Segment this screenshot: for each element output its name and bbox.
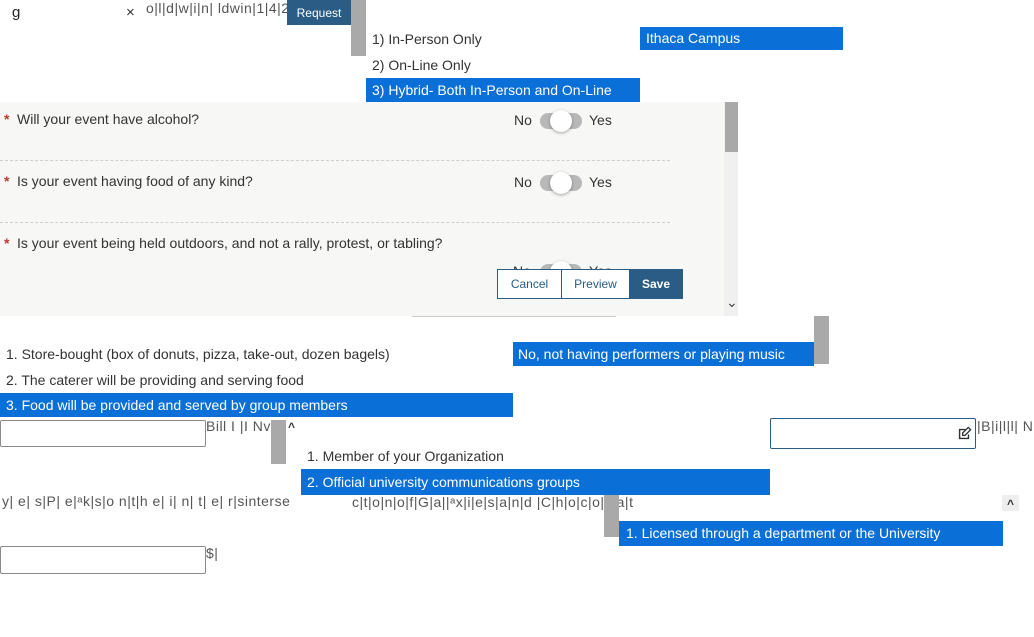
food-toggle[interactable] <box>540 172 582 194</box>
license-option[interactable]: 1. Licensed through a department or the … <box>619 521 1003 546</box>
billing-input[interactable] <box>0 420 206 447</box>
toggle-knob <box>550 110 572 132</box>
food-yes-label: Yes <box>589 174 612 190</box>
preview-button[interactable]: Preview <box>561 269 630 299</box>
list-scrollbar[interactable] <box>351 0 366 56</box>
campus-option[interactable]: Ithaca Campus <box>640 27 843 50</box>
clear-icon[interactable]: × <box>126 4 135 21</box>
alcohol-no-label: No <box>514 112 532 128</box>
edit-icon[interactable] <box>957 426 972 441</box>
food-options-list: 1. Store-bought (box of donuts, pizza, t… <box>0 341 513 417</box>
divider <box>0 222 670 223</box>
caret-up-icon: ^ <box>1006 497 1014 511</box>
list-scrollbar[interactable] <box>814 316 829 364</box>
question-food: Is your event having food of any kind? <box>17 173 253 189</box>
food-option-group-members[interactable]: 3. Food will be provided and served by g… <box>0 393 513 417</box>
amount-input[interactable] <box>0 546 206 574</box>
food-option-caterer[interactable]: 2. The caterer will be providing and ser… <box>0 367 513 393</box>
format-option-in-person[interactable]: 1) In-Person Only <box>366 26 640 52</box>
divider <box>412 316 616 317</box>
billing-input-right[interactable] <box>770 418 976 449</box>
format-option-online[interactable]: 2) On-Line Only <box>366 52 640 78</box>
toggle-knob <box>550 172 572 194</box>
required-mark: * <box>4 173 10 189</box>
scroll-down-icon[interactable]: ⌄ <box>726 294 738 311</box>
food-no-label: No <box>514 174 532 190</box>
cancel-button[interactable]: Cancel <box>497 269 562 299</box>
request-button[interactable]: Request <box>287 0 351 25</box>
caret-up-icon[interactable]: ^ <box>288 420 295 434</box>
required-mark: * <box>4 235 10 251</box>
garbled-name-text: o|l|d|w|i|n| ldwin|1|4|2 <box>146 0 290 16</box>
format-option-hybrid[interactable]: 3) Hybrid- Both In-Person and On-Line <box>366 78 640 102</box>
search-field[interactable]: g × <box>0 0 145 24</box>
alcohol-toggle[interactable] <box>540 110 582 132</box>
caret-up-button[interactable]: ^ <box>1002 495 1019 511</box>
list-scrollbar[interactable] <box>271 420 286 464</box>
food-option-store-bought[interactable]: 1. Store-bought (box of donuts, pizza, t… <box>0 341 513 367</box>
panel-scrollbar-thumb[interactable] <box>725 102 738 152</box>
alcohol-yes-label: Yes <box>589 112 612 128</box>
questions-panel: * Will your event have alcohol? No Yes *… <box>0 102 738 316</box>
dollar-text: $| <box>206 545 219 561</box>
format-options-list: 1) In-Person Only 2) On-Line Only 3) Hyb… <box>366 26 640 102</box>
garbled-event-text: c|t|o|n|o|f|G|a||ᵃx|i|e|s|a|n|d |C|h|o|c… <box>352 494 634 510</box>
question-alcohol: Will your event have alcohol? <box>17 111 200 127</box>
required-mark: * <box>4 111 10 127</box>
search-input-value: g <box>12 4 21 21</box>
save-button[interactable]: Save <box>629 269 683 299</box>
question-outdoors: Is your event being held outdoors, and n… <box>17 235 443 251</box>
promotion-options-list: 1. Member of your Organization 2. Offici… <box>301 443 770 495</box>
billing-garbled-text-right: |B|i|l|l| N| <box>977 418 1034 434</box>
divider <box>0 160 670 161</box>
performers-option[interactable]: No, not having performers or playing mus… <box>513 342 814 366</box>
promotion-option-official[interactable]: 2. Official university communications gr… <box>301 469 770 495</box>
garbled-speaker-text: y| e| s|P| e|ᵃk|s|o n|t|h e| i| n| t| e|… <box>2 493 291 509</box>
list-scrollbar[interactable] <box>604 495 619 537</box>
promotion-option-member[interactable]: 1. Member of your Organization <box>301 443 770 469</box>
billing-garbled-text: Bill I |I Nv <box>206 418 271 434</box>
